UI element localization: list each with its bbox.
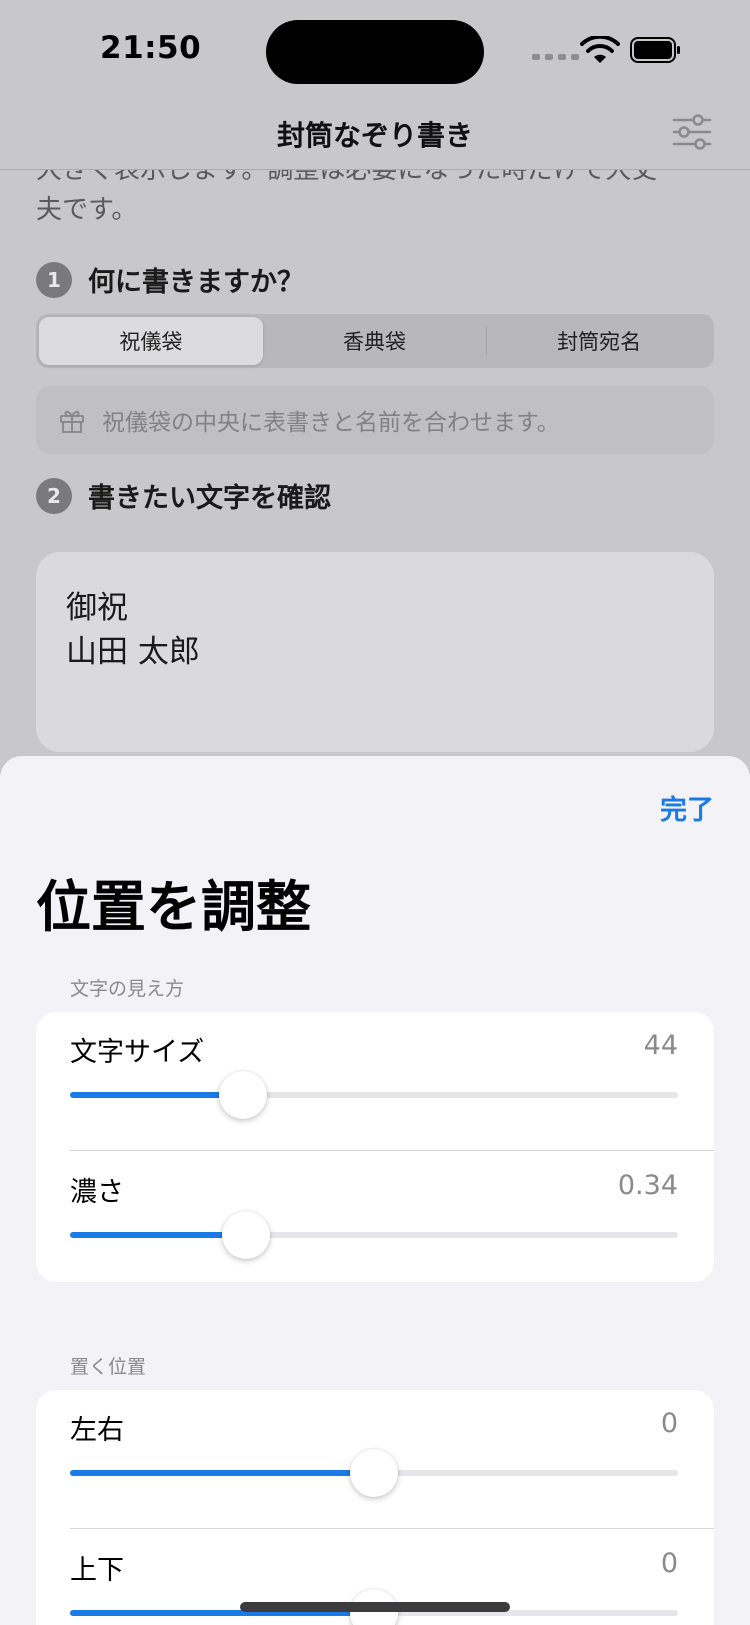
slider-fill [70,1470,374,1476]
adjust-position-sheet: 完了 位置を調整 文字の見え方 文字サイズ 44 濃さ 0.34 置く位置 左右… [0,756,750,1625]
horizontal-offset-slider[interactable] [70,1449,678,1497]
row-value: 0 [660,1548,678,1579]
appearance-group: 文字サイズ 44 濃さ 0.34 [36,1012,714,1282]
row-divider [70,1528,714,1529]
font-size-slider[interactable] [70,1071,678,1119]
intro-line: 夫です。 [36,195,138,225]
row-label: 文字サイズ [70,1037,205,1068]
step-1-header: 1 何に書きますか？ [36,260,304,299]
battery-icon [630,37,680,63]
row-value: 44 [643,1030,678,1061]
step-title: 何に書きますか？ [88,267,304,298]
gift-icon [60,410,84,433]
envelope-type-segmented-control[interactable]: 祝儀袋 香典袋 封筒宛名 [36,314,714,368]
screen: 21:50 封筒なぞり書き 大きく表示します。調整は必要になった時だけで大丈 夫… [0,0,750,1625]
step-number-badge: 1 [36,261,72,298]
slider-thumb[interactable] [219,1071,268,1119]
section-header-appearance: 文字の見え方 [70,978,185,1000]
section-header-position: 置く位置 [70,1356,147,1378]
row-divider [70,1150,714,1151]
sheet-title: 位置を調整 [36,875,312,939]
navigation-bar: 封筒なぞり書き [0,100,750,170]
text-line-omotegaki: 御祝 [66,590,128,626]
hint-text: 祝儀袋の中央に表書きと名前を合わせます。 [102,410,560,436]
step-number-badge: 2 [36,477,72,514]
status-bar: 21:50 [0,0,750,100]
text-line-name: 山田 太郎 [66,634,200,670]
text-preview-box[interactable]: 御祝 山田 太郎 [36,552,714,752]
position-group: 左右 0 上下 0 [36,1390,714,1625]
done-button[interactable]: 完了 [660,788,714,827]
row-value: 0 [660,1408,678,1439]
step-2-header: 2 書きたい文字を確認 [36,476,331,515]
slider-fill [70,1232,247,1238]
row-label: 濃さ [70,1177,124,1208]
segment-koudenbukuro[interactable]: 香典袋 [263,317,487,365]
background-content: 大きく表示します。調整は必要になった時だけで大丈 夫です。 1 何に書きますか？… [0,150,750,770]
opacity-row: 濃さ 0.34 [70,1152,678,1292]
opacity-slider[interactable] [70,1211,678,1259]
sliders-icon[interactable] [670,112,714,152]
font-size-row: 文字サイズ 44 [70,1012,678,1152]
row-value: 0.34 [617,1170,678,1201]
segment-envelope-address[interactable]: 封筒宛名 [487,317,711,365]
row-label: 上下 [70,1555,124,1586]
home-indicator [240,1602,510,1612]
nav-title: 封筒なぞり書き [276,119,473,152]
row-label: 左右 [70,1415,124,1446]
status-time: 21:50 [100,30,202,66]
segment-shugibukuro[interactable]: 祝儀袋 [39,317,263,365]
slider-thumb[interactable] [350,1449,398,1497]
horizontal-offset-row: 左右 0 [70,1390,678,1530]
hint-box: 祝儀袋の中央に表書きと名前を合わせます。 [36,386,714,454]
wifi-icon [580,36,620,63]
cellular-signal-icon [532,54,579,60]
dynamic-island [266,20,484,84]
step-title: 書きたい文字を確認 [88,483,331,514]
slider-thumb[interactable] [222,1211,271,1259]
slider-fill [70,1092,244,1098]
